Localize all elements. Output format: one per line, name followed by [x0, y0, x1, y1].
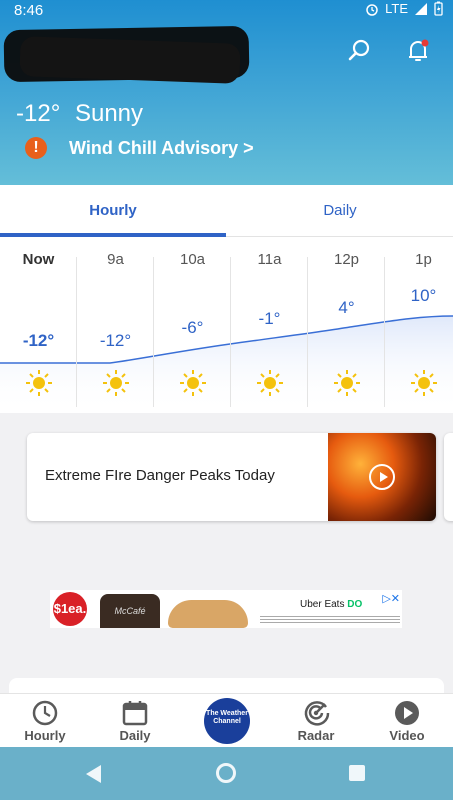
nav-radar[interactable]: Radar — [271, 694, 361, 748]
hour-label: 12p — [333, 251, 360, 268]
search-icon — [348, 39, 370, 61]
nav-label: Daily — [119, 728, 151, 743]
nav-video[interactable]: Video — [362, 694, 452, 748]
redacted-location-overlay — [19, 36, 241, 84]
alert-text: Wind Chill Advisory > — [69, 137, 254, 158]
recent-apps-button[interactable] — [349, 765, 365, 781]
advertisement-banner[interactable]: $1ea. McCafé Uber Eats DO ▷✕ — [50, 590, 402, 628]
sun-icon — [103, 370, 129, 396]
hour-label: 9a — [107, 251, 124, 268]
hour-column[interactable]: Now -12° — [0, 245, 77, 413]
back-button[interactable] — [86, 765, 101, 783]
ad-choices-icon[interactable]: ▷✕ — [382, 592, 400, 605]
nav-daily[interactable]: Daily — [90, 694, 180, 748]
hour-label: 1p — [415, 251, 432, 268]
news-card[interactable]: Extreme FIre Danger Peaks Today — [27, 433, 436, 521]
alarm-icon — [366, 3, 378, 16]
hour-temp: 4° — [338, 298, 355, 317]
current-condition: Sunny — [74, 100, 144, 127]
sun-icon — [334, 370, 360, 396]
play-circle-icon — [395, 701, 419, 725]
hour-label: 11a — [257, 251, 282, 268]
hour-temp: -1° — [258, 309, 281, 328]
ad-brand-tail: DO — [347, 599, 363, 610]
hour-column[interactable]: 9a -12° — [77, 245, 154, 413]
ad-brand: Uber Eats DO — [300, 599, 362, 610]
forecast-tabs: Hourly Daily — [0, 185, 453, 237]
ad-coffee-cup: McCafé — [100, 594, 160, 628]
sun-icon — [257, 370, 283, 396]
home-button[interactable] — [216, 763, 236, 783]
news-thumbnail — [328, 433, 436, 521]
sun-icon — [411, 370, 437, 396]
hour-temp: 10° — [410, 286, 437, 305]
hour-label: 10a — [179, 251, 206, 268]
ad-brand-name: Uber Eats — [300, 599, 345, 610]
clock-icon — [32, 700, 58, 726]
header-banner: 8:46 LTE -12° Sunny ! Wind Chill Advisor… — [0, 0, 453, 185]
hour-column[interactable]: 11a -1° — [231, 245, 308, 413]
hour-column[interactable]: 10a -6° — [154, 245, 231, 413]
nav-label: Radar — [297, 728, 335, 743]
network-type: LTE — [385, 1, 408, 16]
tab-daily[interactable]: Daily — [227, 185, 453, 237]
next-news-card[interactable] — [444, 433, 453, 521]
sun-icon — [26, 370, 52, 396]
ad-fine-print — [260, 616, 400, 617]
weather-channel-logo-button[interactable]: The Weather Channel — [204, 698, 250, 744]
hour-temp: -12° — [99, 331, 132, 350]
calendar-icon — [122, 701, 148, 726]
hour-temp: -6° — [181, 318, 204, 337]
nav-label: Hourly — [24, 728, 66, 743]
signal-icon — [415, 2, 427, 15]
battery-icon — [434, 1, 443, 16]
notifications-button[interactable] — [403, 36, 433, 66]
status-bar: 8:46 LTE — [0, 0, 453, 22]
hourly-forecast: Now -12° 9a -12° 10a -6° 11a -1° 12p 4° — [0, 245, 453, 413]
weather-alert[interactable]: ! Wind Chill Advisory > — [25, 137, 254, 159]
hour-temp: -12° — [22, 331, 55, 350]
tab-hourly[interactable]: Hourly — [0, 185, 226, 237]
warning-icon: ! — [25, 137, 47, 159]
nav-hourly[interactable]: Hourly — [0, 694, 90, 748]
current-conditions: -12° Sunny — [16, 100, 151, 128]
radar-icon — [304, 701, 330, 726]
ad-muffin-image — [168, 600, 248, 628]
current-temp: -12° — [16, 100, 61, 127]
hour-column[interactable]: 12p 4° — [308, 245, 385, 413]
bell-icon — [409, 39, 429, 61]
forecast-card: Hourly Daily Now -12° 9a -12° 10a -6° 11… — [0, 185, 453, 413]
news-title: Extreme FIre Danger Peaks Today — [45, 467, 275, 484]
search-button[interactable] — [345, 36, 375, 66]
sun-icon — [180, 370, 206, 396]
play-icon — [369, 464, 395, 490]
active-tab-indicator — [0, 233, 226, 237]
nav-label: Video — [389, 728, 425, 743]
hour-label: Now — [22, 251, 55, 268]
system-navigation-bar — [0, 747, 453, 800]
status-icons: LTE — [365, 1, 443, 16]
ad-price-badge: $1ea. — [53, 592, 87, 626]
status-time: 8:46 — [14, 2, 44, 19]
hour-column[interactable]: 1p 10° — [385, 245, 453, 413]
